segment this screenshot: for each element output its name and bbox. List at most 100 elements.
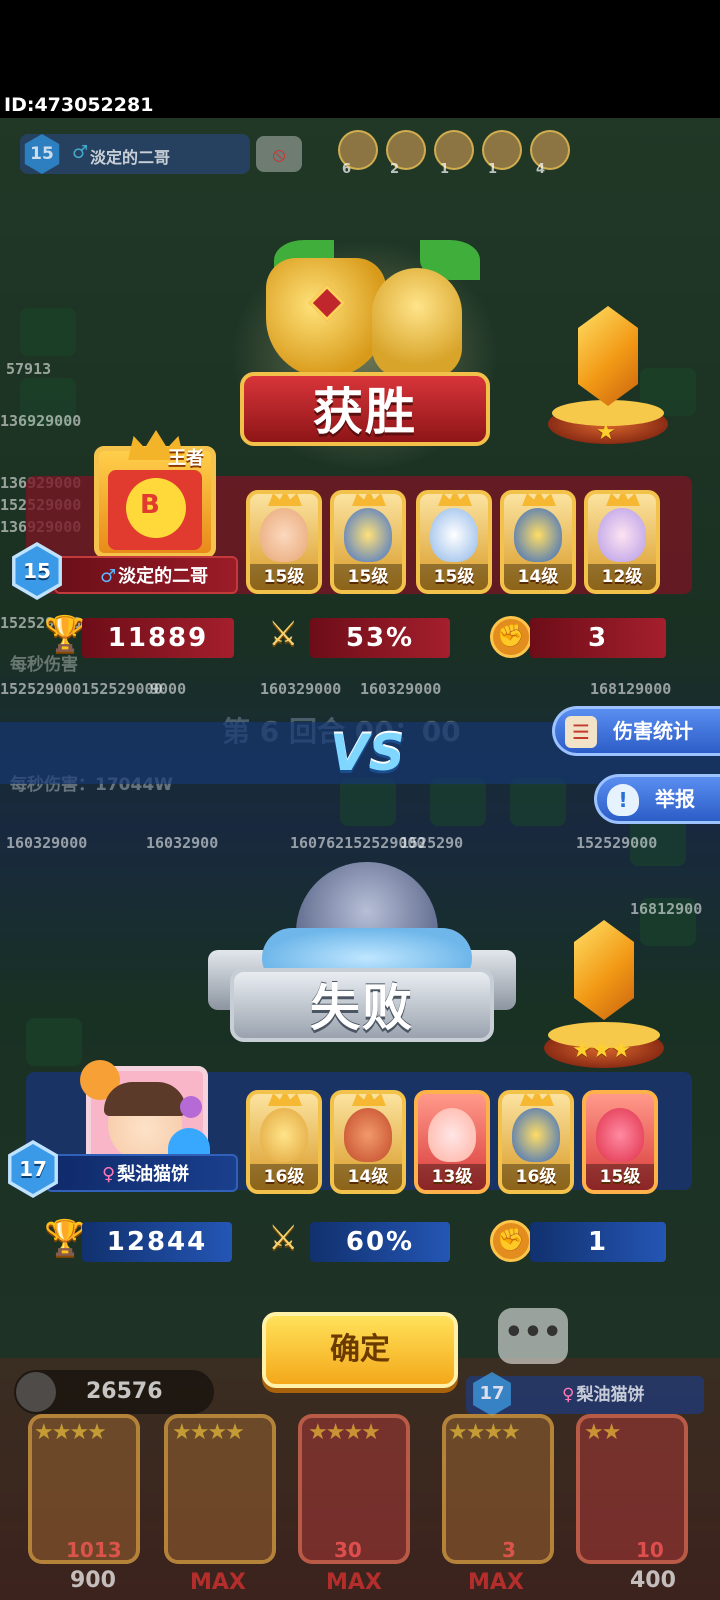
card-count: 10 — [636, 1538, 664, 1562]
avatar-hair — [104, 1082, 186, 1116]
damage-number: 57913 — [6, 360, 52, 378]
crown-icon — [438, 494, 472, 506]
hero-portrait — [428, 1108, 476, 1162]
hero-level: 15级 — [250, 564, 318, 590]
damage-number: 136929000 — [0, 412, 82, 430]
hero-portrait — [260, 1108, 308, 1162]
damage-number: 9000 — [150, 680, 187, 698]
crown-icon — [606, 494, 640, 506]
hero-card[interactable]: 14级 — [500, 490, 576, 594]
hero-level: 16级 — [502, 1164, 570, 1190]
crown-icon — [352, 494, 386, 506]
card-stars: ★★ — [584, 1420, 621, 1445]
mini-hero-count: 4 — [536, 162, 546, 177]
female-icon: ♀ — [562, 1385, 575, 1405]
chat-icon[interactable]: ••• — [498, 1308, 568, 1364]
hero-card[interactable]: 15级 — [330, 490, 406, 594]
loser-trophies: 12844 — [82, 1222, 232, 1262]
crown-icon — [522, 494, 556, 506]
hero-portrait — [514, 508, 562, 562]
damage-number: 152529000152529000 — [0, 680, 163, 698]
mini-hero-count: 6 — [342, 162, 352, 177]
damage-stats-button[interactable]: ☰ 伤害统计 — [552, 706, 720, 756]
card-count: 3 — [502, 1538, 516, 1562]
rank-stars: ★★★ — [572, 1038, 632, 1063]
opponent-strip-name: 淡定的二哥 — [90, 148, 171, 167]
hero-card[interactable]: 12级 — [584, 490, 660, 594]
damage-list-icon: ☰ — [565, 716, 597, 748]
avatar-letter: B — [140, 490, 160, 520]
damage-number: 16812900 — [630, 900, 703, 918]
cup-icon: 🏆 — [44, 1218, 87, 1258]
mini-hero-count: 1 — [440, 162, 450, 177]
winner-name: 淡定的二哥 — [118, 566, 209, 587]
winner-fists: 3 — [530, 618, 666, 658]
card-max: MAX — [468, 1570, 524, 1595]
hero-card[interactable]: 16级 — [246, 1090, 322, 1194]
card-stars: ★★★★ — [448, 1420, 521, 1445]
hero-portrait — [430, 508, 478, 562]
sword-icon: ⚔ — [268, 614, 299, 654]
rank-stars: ★ — [596, 420, 616, 445]
damage-number: 152529000 — [576, 834, 658, 852]
hero-card[interactable]: 15级 — [582, 1090, 658, 1194]
player-id: ID:473052281 — [4, 94, 154, 116]
hero-level: 14级 — [334, 1164, 402, 1190]
card-count: 30 — [334, 1538, 362, 1562]
bottom-opponent-name: 梨油猫饼 — [576, 1385, 645, 1405]
sword-icon: ⚔ — [268, 1218, 299, 1258]
report-label: 举报 — [655, 787, 695, 811]
hero-card[interactable]: 14级 — [330, 1090, 406, 1194]
damage-number: 160329000 — [360, 680, 442, 698]
loser-fists: 1 — [530, 1222, 666, 1262]
vs-label: VS — [330, 724, 405, 782]
card-cost: 400 — [630, 1568, 676, 1593]
confirm-button[interactable]: 确定 — [262, 1312, 458, 1388]
fist-icon: ✊ — [490, 616, 532, 658]
ban-icon[interactable]: ⦸ — [256, 136, 302, 172]
crown-icon — [268, 494, 302, 506]
winner-win-rate: 53% — [310, 618, 450, 658]
coin-count: 26576 — [14, 1370, 214, 1414]
winner-trophies: 11889 — [82, 618, 234, 658]
crown-icon — [268, 1094, 302, 1106]
card-max: MAX — [190, 1570, 246, 1595]
card-stars: ★★★★ — [308, 1420, 381, 1445]
card-stars: ★★★★ — [34, 1420, 107, 1445]
card-cost: 900 — [70, 1568, 116, 1593]
cup-icon: 🏆 — [44, 614, 87, 654]
hero-card[interactable]: 15级 — [246, 490, 322, 594]
report-shield-icon: ! — [607, 784, 639, 816]
hero-card[interactable]: 13级 — [414, 1090, 490, 1194]
hero-level: 13级 — [418, 1164, 486, 1190]
hero-level: 14级 — [504, 564, 572, 590]
victory-ribbon: 获胜 — [240, 372, 490, 446]
damage-number: 160329000 — [260, 680, 342, 698]
winner-namebar: ♂ 淡定的二哥 — [54, 556, 238, 594]
hero-level: 15级 — [586, 1164, 654, 1190]
hero-level: 12级 — [588, 564, 656, 590]
mini-hero-count: 2 — [390, 162, 400, 177]
avatar-pet — [180, 1096, 202, 1118]
hero-portrait — [598, 508, 646, 562]
damage-stats-label: 伤害统计 — [613, 719, 693, 743]
loser-win-rate: 60% — [310, 1222, 450, 1262]
rank-title: 王者 — [168, 448, 204, 469]
damage-number: 160329000 — [6, 834, 88, 852]
card-stars: ★★★★ — [172, 1420, 245, 1445]
report-button[interactable]: ! 举报 — [594, 774, 720, 824]
male-icon: ♂ — [72, 142, 89, 163]
defeat-ribbon: 失败 — [230, 968, 494, 1042]
hero-card[interactable]: 16级 — [498, 1090, 574, 1194]
hero-card[interactable]: 15级 — [416, 490, 492, 594]
damage-number: 16032900 — [146, 834, 219, 852]
hero-portrait — [596, 1108, 644, 1162]
damage-number: 168129000 — [590, 680, 672, 698]
hero-portrait — [512, 1108, 560, 1162]
hero-portrait — [260, 508, 308, 562]
card-max: MAX — [326, 1570, 382, 1595]
hero-level: 15级 — [334, 564, 402, 590]
fist-icon: ✊ — [490, 1220, 532, 1262]
crown-icon — [520, 1094, 554, 1106]
hero-level: 15级 — [420, 564, 488, 590]
